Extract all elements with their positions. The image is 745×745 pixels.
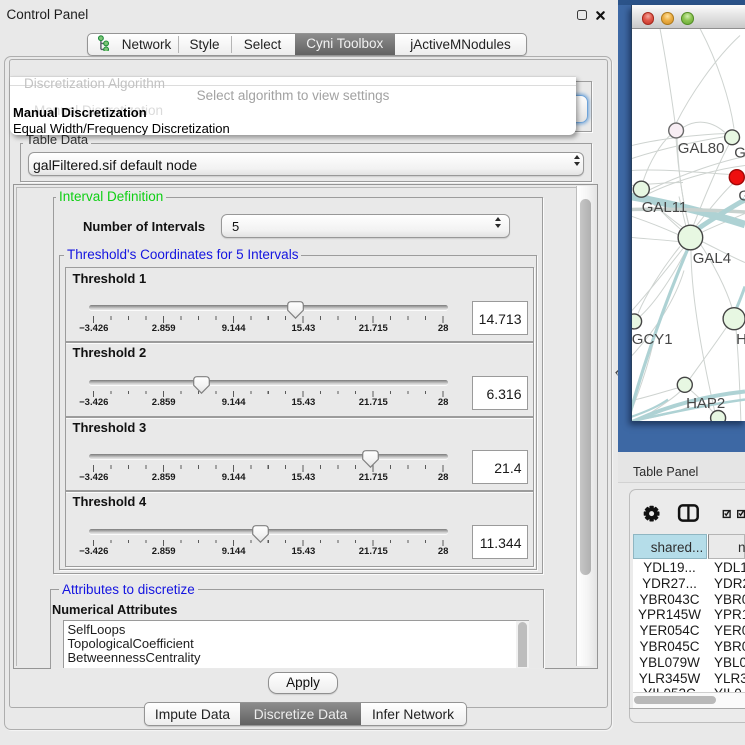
svg-text:GCY1: GCY1: [632, 331, 673, 348]
svg-text:GAL11: GAL11: [642, 199, 688, 216]
svg-text:G: G: [738, 187, 745, 204]
svg-text:GAL4: GAL4: [693, 250, 731, 267]
svg-text:GA: GA: [734, 144, 745, 161]
svg-text:HAP2: HAP2: [686, 395, 725, 412]
svg-text:GAL80: GAL80: [678, 139, 725, 156]
svg-text:H: H: [736, 331, 745, 348]
